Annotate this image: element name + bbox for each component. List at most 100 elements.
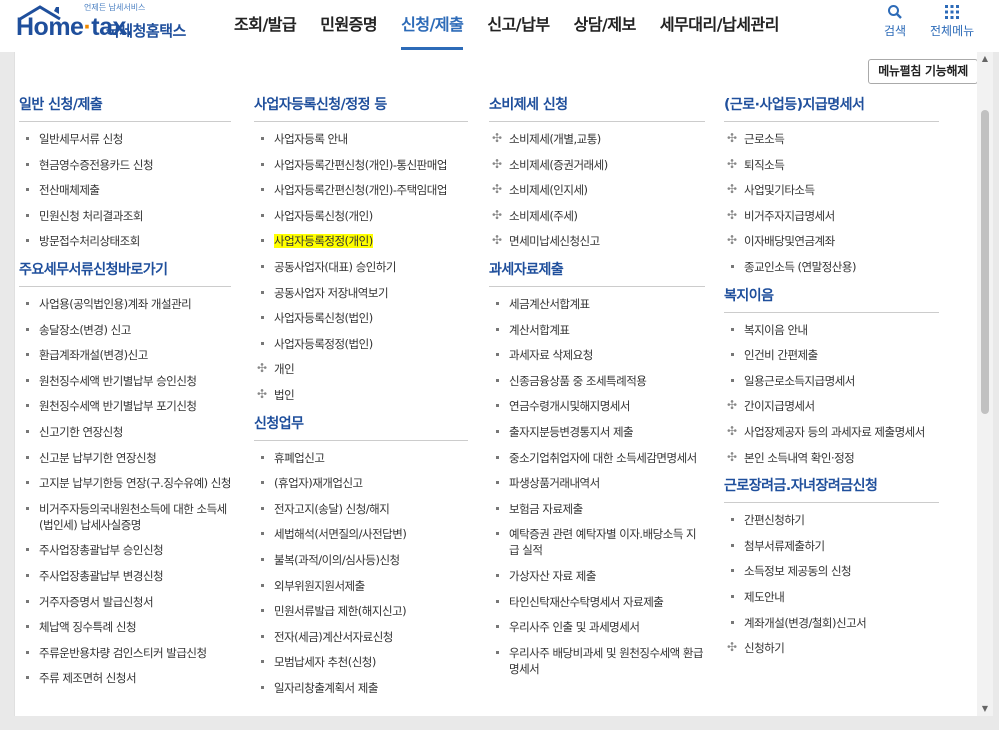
menu-item[interactable]: 보험금 자료제출 [489,501,705,517]
menu-item[interactable]: (휴업자)재개업신고 [254,475,468,491]
scroll-thumb[interactable] [981,110,989,414]
menu-item[interactable]: 신종금융상품 중 조세특례적용 [489,373,705,389]
menu-item[interactable]: 세금계산서합계표 [489,296,705,312]
menu-item[interactable]: 원천징수세액 반기별납부 포기신청 [19,398,231,414]
search-button[interactable]: 검색 [884,4,906,39]
menu-item[interactable]: ✣ 법인 [254,387,468,403]
menu-item[interactable]: 민원서류발급 제한(해지신고) [254,603,468,619]
menu-item[interactable]: 일용근로소득지급명세서 [724,373,939,389]
menu-item[interactable]: 세법해석(서면질의/사전답변) [254,526,468,542]
vertical-scrollbar[interactable]: ▲ ▼ [977,52,993,716]
menu-item[interactable]: 비거주자등의국내원천소득에 대한 소득세(법인세) 납세사실증명 [19,501,231,533]
menu-item[interactable]: ✣ 소비제세(주세) [489,208,705,224]
menu-item[interactable]: 고지분 납부기한등 연장(구.징수유예) 신청 [19,475,231,491]
section-title[interactable]: 사업자등록신청/정정 등 [254,94,468,122]
menu-item[interactable]: 공동사업자(대표) 승인하기 [254,259,468,275]
menu-item[interactable]: ✣ 간이지급명세서 [724,398,939,414]
menu-item[interactable]: 사업자등록신청(법인) [254,310,468,326]
menu-item[interactable]: ✣ 소비제세(인지세) [489,182,705,198]
menu-item[interactable]: 복지이음 안내 [724,322,939,338]
menu-item[interactable]: 주류운반용차량 검인스티커 발급신청 [19,645,231,661]
menu-item[interactable]: 종교인소득 (연말정산용) [724,259,939,275]
menu-item[interactable]: 계산서합계표 [489,322,705,338]
menu-item[interactable]: ✣ 소비제세(증권거래세) [489,157,705,173]
section-title[interactable]: 소비제세 신청 [489,94,705,122]
menu-item[interactable]: 외부위원지원서제출 [254,578,468,594]
menu-item[interactable]: 현금영수증전용카드 신청 [19,157,231,173]
menu-item[interactable]: 예탁증권 관련 예탁자별 이자.배당소득 지급 실적 [489,526,705,558]
menu-item[interactable]: 제도안내 [724,589,939,605]
menu-item[interactable]: ✣ 면세미납세신청신고 [489,233,705,249]
hometax-logo[interactable]: 언제든 납세서비스 Home·tax. 국세청홈택스 [14,2,204,46]
menu-item[interactable]: 공동사업자 저장내역보기 [254,285,468,301]
gnb-tab-5[interactable]: 상담/제보 [562,0,648,52]
section-title[interactable]: 과세자료제출 [489,259,705,287]
menu-item[interactable]: 연금수령개시및해지명세서 [489,398,705,414]
section-title[interactable]: 근로장려금.자녀장려금신청 [724,475,939,504]
section-title[interactable]: 일반 신청/제출 [19,94,231,122]
menu-item[interactable]: ✣ 사업장제공자 등의 과세자료 제출명세서 [724,424,939,440]
menu-item[interactable]: 환급계좌개설(변경)신고 [19,347,231,363]
menu-item[interactable]: ✣ 사업및기타소득 [724,182,939,198]
menu-item[interactable]: ✣ 근로소득 [724,131,939,147]
gnb-tab-1[interactable]: 조회/발급 [222,0,308,52]
menu-item[interactable]: 계좌개설(변경/철회)신고서 [724,615,939,631]
menu-item[interactable]: 간편신청하기 [724,512,939,528]
menu-item[interactable]: 과세자료 삭제요청 [489,347,705,363]
menu-item[interactable]: 전자(세금)계산서자료신청 [254,629,468,645]
menu-item[interactable]: 사업자등록간편신청(개인)-주택임대업 [254,182,468,198]
menu-item[interactable]: ✣ 본인 소득내역 확인·정정 [724,450,939,466]
section-title[interactable]: 주요세무서류신청바로가기 [19,259,231,287]
menu-item[interactable]: ✣ 소비제세(개별,교통) [489,131,705,147]
menu-item[interactable]: 주사업장총괄납부 변경신청 [19,568,231,584]
menu-item[interactable]: 불복(과적/이의/심사등)신청 [254,552,468,568]
section-title[interactable]: 신청업무 [254,413,468,441]
menu-item[interactable]: 첨부서류제출하기 [724,538,939,554]
menu-item[interactable]: ✣ 이자배당및연금계좌 [724,233,939,249]
menu-item[interactable]: 중소기업취업자에 대한 소득세감면명세서 [489,450,705,466]
menu-item[interactable]: 일자리창출계획서 제출 [254,680,468,696]
menu-item[interactable]: 신고기한 연장신청 [19,424,231,440]
menu-item[interactable]: 주류 제조면허 신청서 [19,670,231,686]
menu-item[interactable]: 체납액 징수특례 신청 [19,619,231,635]
menu-item[interactable]: ✣ 비거주자지급명세서 [724,208,939,224]
menu-item[interactable]: 전산매체제출 [19,182,231,198]
menu-item[interactable]: 송달장소(변경) 신고 [19,322,231,338]
gnb-tab-6[interactable]: 세무대리/납세관리 [648,0,791,52]
scroll-down-arrow-icon[interactable]: ▼ [977,702,993,716]
menu-item[interactable]: 사업자등록간편신청(개인)-통신판매업 [254,157,468,173]
section-title[interactable]: (근로·사업등)지급명세서 [724,94,939,122]
menu-item[interactable]: 인건비 간편제출 [724,347,939,363]
menu-item[interactable]: 원천징수세액 반기별납부 승인신청 [19,373,231,389]
gnb-tab-4[interactable]: 신고/납부 [475,0,561,52]
menu-item[interactable]: ✣ 개인 [254,361,468,377]
menu-item[interactable]: 가상자산 자료 제출 [489,568,705,584]
menu-item[interactable]: 전자고지(송달) 신청/해지 [254,501,468,517]
menu-item[interactable]: 소득정보 제공동의 신청 [724,563,939,579]
menu-item[interactable]: 거주자증명서 발급신청서 [19,594,231,610]
gnb-tab-3[interactable]: 신청/제출 [389,0,475,52]
gnb-tab-2[interactable]: 민원증명 [308,0,389,52]
menu-item[interactable]: 사업용(공익법인용)계좌 개설관리 [19,296,231,312]
menu-item[interactable]: 사업자등록정정(법인) [254,336,468,352]
menu-item[interactable]: ✣ 신청하기 [724,640,939,656]
menu-item[interactable]: 사업자등록정정(개인) [254,233,468,249]
menu-item[interactable]: 출자지분등변경통지서 제출 [489,424,705,440]
menu-item[interactable]: 일반세무서류 신청 [19,131,231,147]
menu-item[interactable]: 타인신탁재산수탁명세서 자료제출 [489,594,705,610]
menu-item[interactable]: 방문접수처리상태조회 [19,233,231,249]
menu-item[interactable]: 사업자등록신청(개인) [254,208,468,224]
menu-item[interactable]: 민원신청 처리결과조회 [19,208,231,224]
menu-item[interactable]: 휴폐업신고 [254,450,468,466]
menu-item[interactable]: 주사업장총괄납부 승인신청 [19,542,231,558]
menu-item[interactable]: ✣ 퇴직소득 [724,157,939,173]
menu-item[interactable]: 신고분 납부기한 연장신청 [19,450,231,466]
scroll-up-arrow-icon[interactable]: ▲ [977,52,993,66]
menu-item[interactable]: 우리사주 인출 및 과세명세서 [489,619,705,635]
menu-item[interactable]: 사업자등록 안내 [254,131,468,147]
all-menu-button[interactable]: 전체메뉴 [930,4,974,39]
menu-fold-toggle-button[interactable]: 메뉴펼침 기능해제 [868,59,978,84]
menu-item[interactable]: 파생상품거래내역서 [489,475,705,491]
menu-item[interactable]: 모범납세자 추천(신청) [254,654,468,670]
menu-item[interactable]: 우리사주 배당비과세 및 원천징수세액 환급명세서 [489,645,705,677]
